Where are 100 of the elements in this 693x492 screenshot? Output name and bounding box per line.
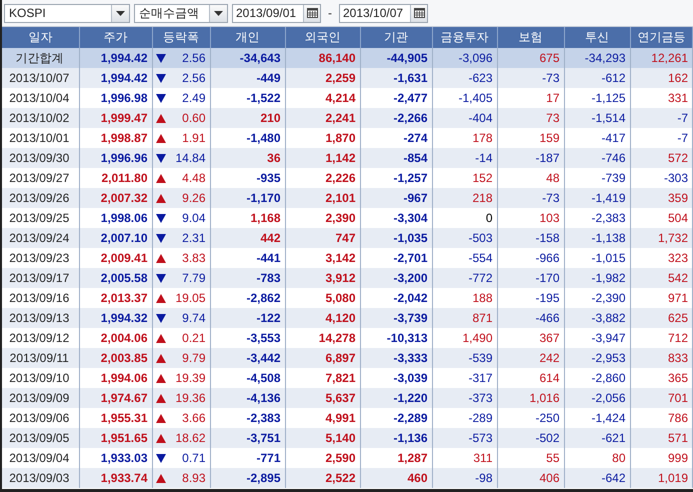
table-cell: -2,895 [210,468,285,488]
table-cell: 323 [630,248,692,268]
table-cell: -2,266 [360,108,432,128]
price-cell: 1,974.67 [79,388,152,408]
change-value: 0.60 [182,111,206,125]
price-cell: 1,933.03 [79,448,152,468]
change-value: 3.83 [182,251,206,265]
table-cell: -612 [564,68,630,88]
table-cell: -466 [497,308,564,328]
calendar-button[interactable] [410,4,427,22]
change-value: 3.66 [182,411,206,425]
date-cell: 기간합계 [2,48,79,68]
table-cell: 5,637 [285,388,360,408]
date-cell: 2013/09/24 [2,228,79,248]
price-cell: 1,994.42 [79,48,152,68]
table-cell: -317 [432,368,497,388]
table-cell: 159 [497,128,564,148]
type-dropdown[interactable]: 순매수금액 [134,4,228,22]
table-cell: -967 [360,188,432,208]
table-cell: -503 [432,228,497,248]
column-header[interactable]: 투신 [564,27,630,48]
date-cell: 2013/10/02 [2,108,79,128]
change-value: 19.05 [175,291,206,305]
table-cell: -1,522 [210,88,285,108]
table-cell: 614 [497,368,564,388]
table-cell: 5,080 [285,288,360,308]
change-value: 18.62 [175,431,206,445]
table-cell: -34,293 [564,48,630,68]
table-cell: -771 [210,448,285,468]
table-cell: 504 [630,208,692,228]
table-cell: -1,480 [210,128,285,148]
table-cell: -2,390 [564,288,630,308]
table-cell: 1,870 [285,128,360,148]
table-cell: -1,125 [564,88,630,108]
table-cell: 2,226 [285,168,360,188]
table-cell: 1,142 [285,148,360,168]
table-cell: -621 [564,428,630,448]
table-cell: -2,289 [360,408,432,428]
date-cell: 2013/09/10 [2,368,79,388]
change-value: 1.91 [182,131,206,145]
calendar-icon [306,8,318,18]
table-cell: 311 [432,448,497,468]
caret-icon [214,10,223,16]
market-dropdown[interactable]: KOSPI [4,4,130,22]
start-date-field[interactable]: 2013/09/01 [232,4,321,22]
change-value: 0.71 [182,451,206,465]
date-cell: 2013/09/23 [2,248,79,268]
table-cell: -1,257 [360,168,432,188]
change-value: 7.79 [182,271,206,285]
table-cell: 367 [497,328,564,348]
table-cell: -2,042 [360,288,432,308]
table-cell: -554 [432,248,497,268]
price-cell: 2,011.80 [79,168,152,188]
table-cell: 786 [630,408,692,428]
date-cell: 2013/09/25 [2,208,79,228]
change-value: 2.56 [182,71,206,85]
column-header[interactable]: 등락폭 [152,27,210,48]
table-cell: -10,313 [360,328,432,348]
price-cell: 1,994.32 [79,308,152,328]
table-cell: -73 [497,188,564,208]
change-value: 9.04 [182,211,206,225]
table-cell: 178 [432,128,497,148]
column-header[interactable]: 연기금등 [630,27,692,48]
date-cell: 2013/09/09 [2,388,79,408]
column-header[interactable]: 금융투자 [432,27,497,48]
column-header[interactable]: 외국인 [285,27,360,48]
column-header[interactable]: 개인 [210,27,285,48]
table-cell: 36 [210,148,285,168]
table-cell: -4,136 [210,388,285,408]
date-cell: 2013/09/13 [2,308,79,328]
table-cell: -642 [564,468,630,488]
price-cell: 1,933.74 [79,468,152,488]
column-header[interactable]: 주가 [79,27,152,48]
price-cell: 2,005.58 [79,268,152,288]
price-cell: 2,007.32 [79,188,152,208]
price-cell: 1,951.65 [79,428,152,448]
table-cell: 152 [432,168,497,188]
end-date-field[interactable]: 2013/10/07 [339,4,428,22]
table-cell: -2,953 [564,348,630,368]
table-cell: -2,383 [210,408,285,428]
change-value: 8.93 [182,471,206,485]
date-cell: 2013/09/05 [2,428,79,448]
table-cell: -98 [432,468,497,488]
table-cell: -303 [630,168,692,188]
date-cell: 2013/10/04 [2,88,79,108]
table-cell: 406 [497,468,564,488]
column-header[interactable]: 보험 [497,27,564,48]
table-cell: -3,304 [360,208,432,228]
table-cell: 871 [432,308,497,328]
table-cell: 365 [630,368,692,388]
table-cell: -1,035 [360,228,432,248]
table-cell: -854 [360,148,432,168]
column-header[interactable]: 기관 [360,27,432,48]
table-cell: -3,739 [360,308,432,328]
table-cell: -73 [497,68,564,88]
calendar-button[interactable] [303,4,320,22]
table-cell: -1,419 [564,188,630,208]
table-cell: 999 [630,448,692,468]
table-cell: -3,882 [564,308,630,328]
column-header[interactable]: 일자 [2,27,79,48]
